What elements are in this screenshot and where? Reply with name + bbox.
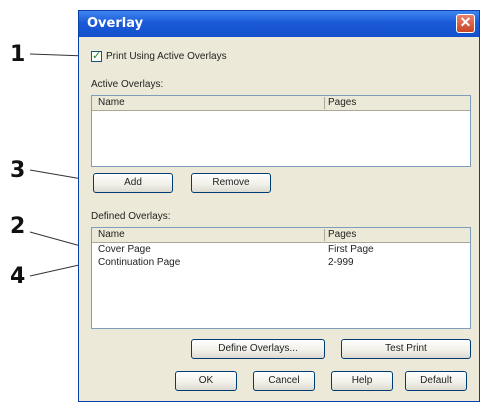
print-using-checkbox[interactable]: ✓ xyxy=(91,50,102,62)
column-separator[interactable] xyxy=(324,229,325,241)
defined-row-2-name[interactable]: Continuation Page xyxy=(98,257,180,268)
close-icon: ✕ xyxy=(459,14,472,30)
callout-1: 1 xyxy=(10,42,26,67)
default-button[interactable]: Default xyxy=(405,371,467,391)
callout-2: 2 xyxy=(10,214,26,239)
defined-row-2-pages[interactable]: 2-999 xyxy=(328,257,354,268)
print-using-label: Print Using Active Overlays xyxy=(106,51,227,62)
overlay-dialog: Overlay ✕ ✓ Print Using Active Overlays … xyxy=(78,10,480,402)
ok-button[interactable]: OK xyxy=(175,371,237,391)
define-overlays-button[interactable]: Define Overlays... xyxy=(191,339,325,359)
close-button[interactable]: ✕ xyxy=(456,14,475,33)
title-bar[interactable]: Overlay ✕ xyxy=(79,11,479,37)
defined-overlays-list[interactable]: Name Pages Cover Page First Page Continu… xyxy=(91,227,471,329)
add-button[interactable]: Add xyxy=(93,173,173,193)
active-overlays-list[interactable]: Name Pages xyxy=(91,95,471,167)
active-overlays-label: Active Overlays: xyxy=(91,79,164,90)
active-col-name[interactable]: Name xyxy=(98,97,125,108)
test-print-button[interactable]: Test Print xyxy=(341,339,471,359)
checkmark-icon: ✓ xyxy=(92,50,102,62)
dialog-title: Overlay xyxy=(87,16,144,31)
active-list-header: Name Pages xyxy=(92,96,470,111)
help-button[interactable]: Help xyxy=(331,371,393,391)
active-col-pages[interactable]: Pages xyxy=(328,97,356,108)
defined-overlays-label: Defined Overlays: xyxy=(91,211,171,222)
defined-row-1-name[interactable]: Cover Page xyxy=(98,244,151,255)
cancel-button[interactable]: Cancel xyxy=(253,371,315,391)
callout-3: 3 xyxy=(10,158,26,183)
column-separator[interactable] xyxy=(324,97,325,109)
remove-button[interactable]: Remove xyxy=(191,173,271,193)
defined-row-1-pages[interactable]: First Page xyxy=(328,244,374,255)
defined-col-name[interactable]: Name xyxy=(98,229,125,240)
defined-col-pages[interactable]: Pages xyxy=(328,229,356,240)
callout-4: 4 xyxy=(10,264,26,289)
defined-list-header: Name Pages xyxy=(92,228,470,243)
